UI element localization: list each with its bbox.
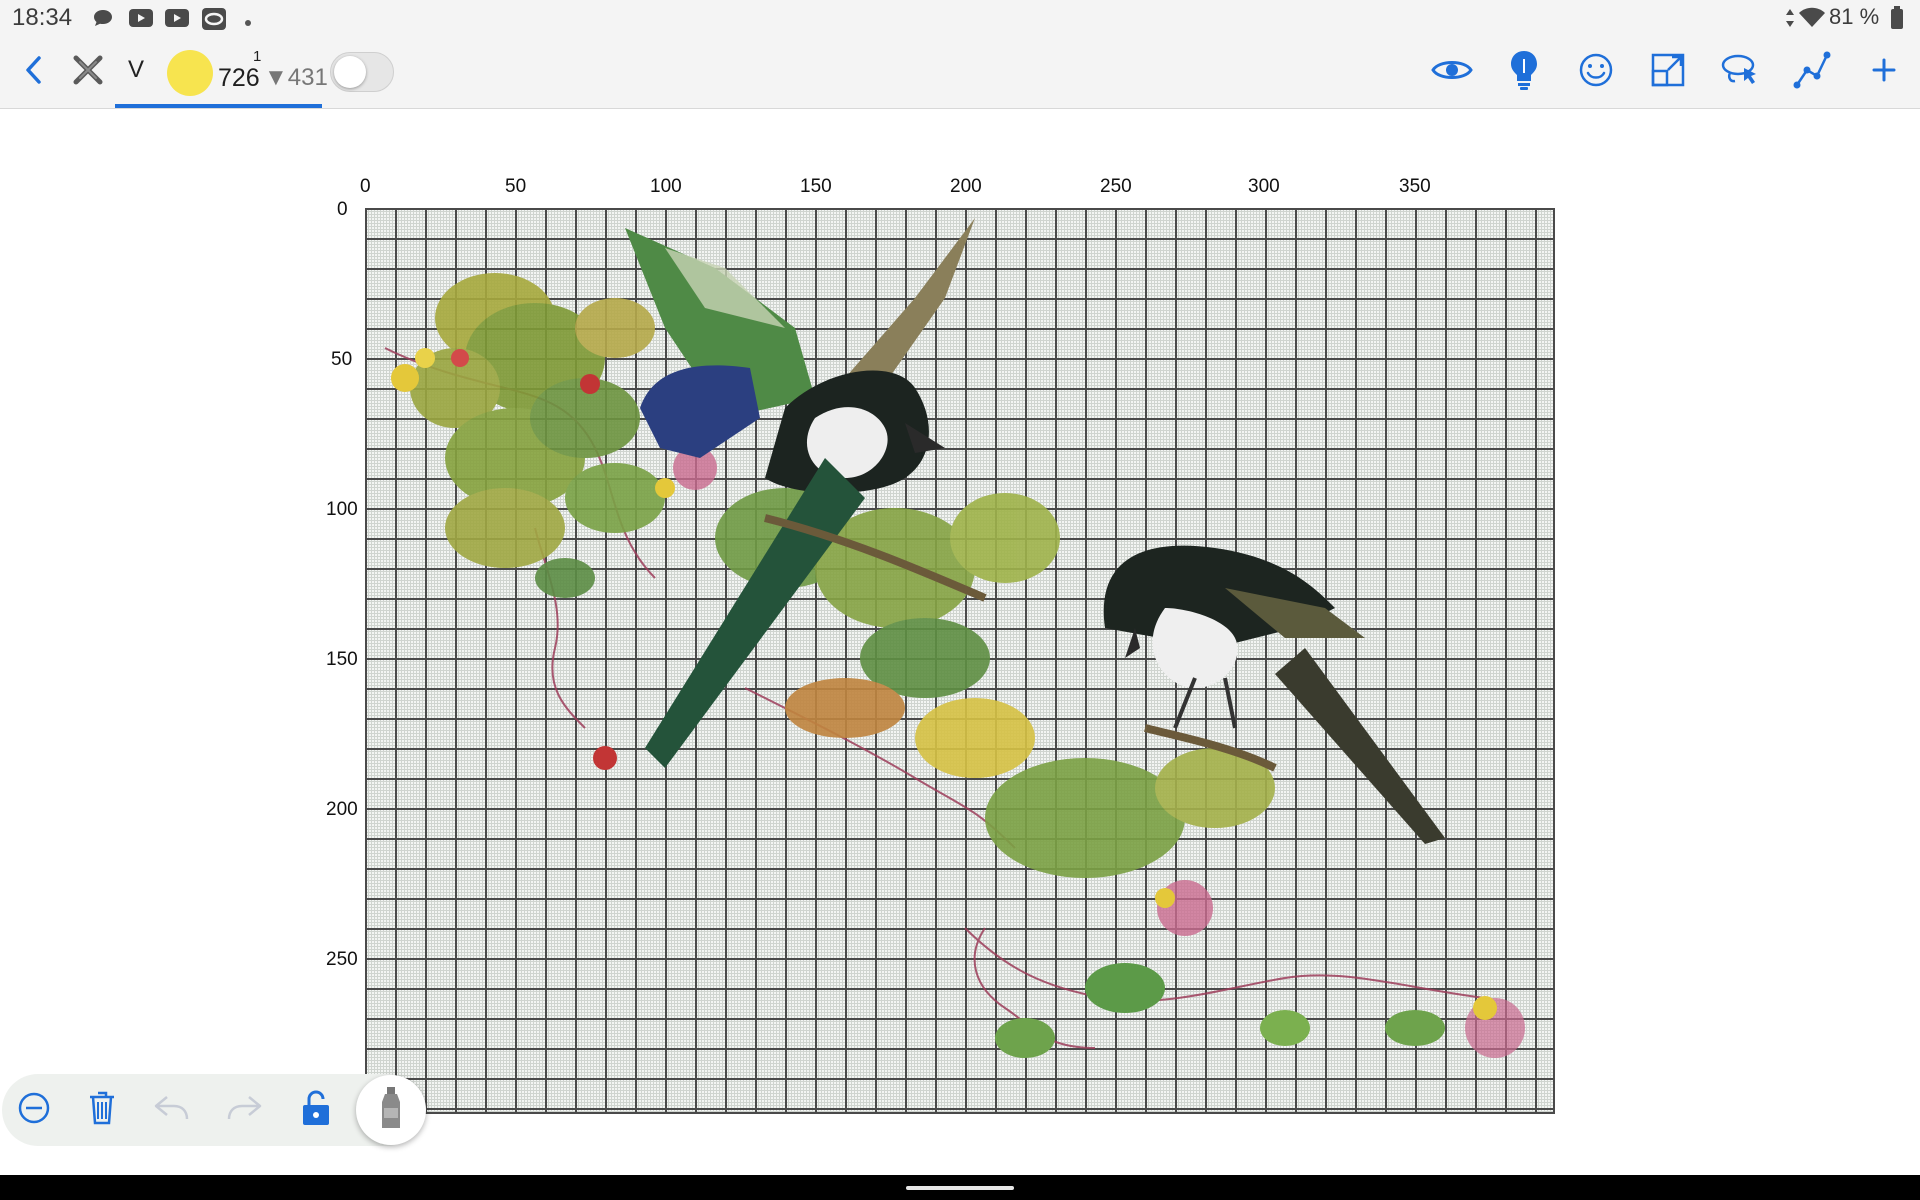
- undo-icon: [153, 1094, 191, 1127]
- smiley-icon: [1578, 52, 1614, 93]
- redo-button[interactable]: [212, 1074, 276, 1146]
- path-icon: [1792, 50, 1832, 95]
- status-time: 18:34: [12, 4, 73, 31]
- resize-icon: [1650, 52, 1686, 93]
- y-tick-label: 150: [326, 649, 358, 670]
- x-tick-label: 350: [1399, 176, 1431, 197]
- home-handle[interactable]: [906, 1186, 1014, 1190]
- x-tick-label: 300: [1248, 176, 1280, 197]
- x-tick-label: 200: [950, 176, 982, 197]
- eye-icon: [1431, 57, 1473, 88]
- hint-button[interactable]: [1496, 36, 1552, 108]
- bottle-icon: [379, 1086, 403, 1135]
- wifi-icon: [1798, 7, 1826, 34]
- lock-button[interactable]: [284, 1074, 348, 1146]
- thread-color-swatch[interactable]: [167, 50, 213, 96]
- view-button[interactable]: [1424, 36, 1480, 108]
- chat-bubble-icon: [92, 7, 114, 34]
- lock-icon: [301, 1089, 331, 1132]
- x-tick-label: 0: [360, 176, 371, 197]
- lasso-icon: [1720, 52, 1760, 93]
- status-bar: 18:34 81 %: [0, 0, 1920, 36]
- toggle-knob: [334, 56, 366, 88]
- zoom-out-icon: [17, 1091, 51, 1130]
- stitch-count: 726: [218, 64, 260, 92]
- youtube-icon: [128, 7, 154, 34]
- mode-toggle[interactable]: [330, 52, 394, 92]
- cross-stitch-pattern-image: [384, 218, 1525, 1058]
- youtube-icon: [164, 7, 190, 34]
- y-tick-label: 250: [326, 949, 358, 970]
- y-tick-label: 50: [331, 349, 353, 370]
- chevron-left-icon: [20, 54, 48, 91]
- dot-icon: [244, 14, 252, 32]
- redo-icon: [225, 1094, 263, 1127]
- close-button[interactable]: [60, 36, 116, 108]
- stitches-remaining: ▼431: [264, 64, 328, 91]
- zoom-out-button[interactable]: [2, 1074, 66, 1146]
- app-icon: [201, 7, 227, 36]
- selected-tab-indicator: [115, 104, 322, 108]
- system-nav-bar: [0, 1175, 1920, 1200]
- data-arrows-icon: [1784, 8, 1796, 33]
- plus-icon: [1871, 57, 1897, 88]
- undo-button[interactable]: [140, 1074, 204, 1146]
- delete-button[interactable]: [70, 1074, 134, 1146]
- y-tick-label: 200: [326, 799, 358, 820]
- battery-icon: [1890, 6, 1904, 35]
- x-tick-label: 150: [800, 176, 832, 197]
- stitch-symbol[interactable]: V: [128, 56, 144, 84]
- back-button[interactable]: [6, 36, 62, 108]
- add-button[interactable]: [1856, 36, 1912, 108]
- lasso-button[interactable]: [1712, 36, 1768, 108]
- resize-button[interactable]: [1640, 36, 1696, 108]
- y-tick-label: 0: [337, 199, 348, 220]
- battery-percent: 81 %: [1829, 4, 1880, 29]
- x-tick-label: 100: [650, 176, 682, 197]
- x-tick-label: 250: [1100, 176, 1132, 197]
- y-tick-label: 100: [326, 499, 358, 520]
- trash-icon: [87, 1090, 117, 1131]
- editor-toolbar: V 726 1 ▼431: [0, 36, 1920, 109]
- x-tick-label: 50: [505, 176, 527, 197]
- stitch-count-sup: 1: [253, 48, 262, 65]
- thread-bottle-button[interactable]: [356, 1075, 426, 1145]
- path-button[interactable]: [1784, 36, 1840, 108]
- close-icon: [71, 53, 105, 92]
- lightbulb-icon: [1509, 49, 1539, 96]
- smiley-button[interactable]: [1568, 36, 1624, 108]
